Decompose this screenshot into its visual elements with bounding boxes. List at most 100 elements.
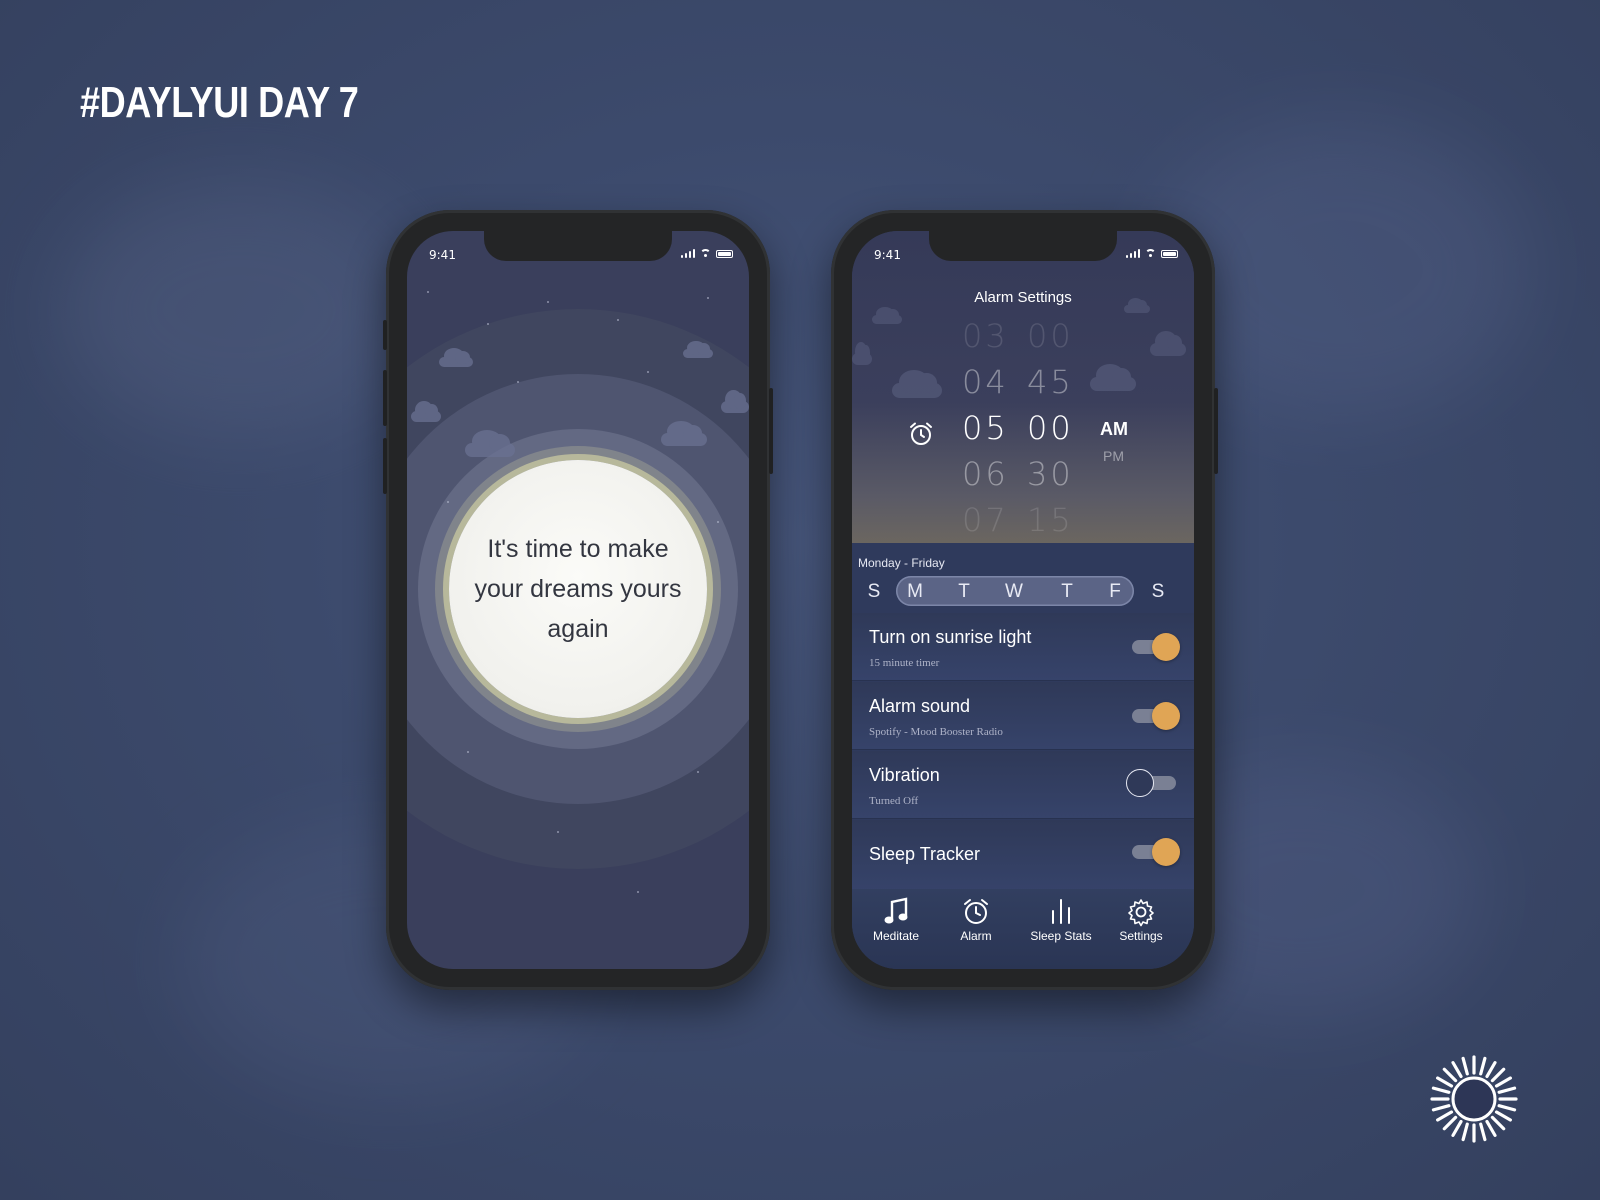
alarm-clock-icon bbox=[964, 899, 988, 924]
sun-ray bbox=[1442, 1115, 1458, 1131]
cloud-icon bbox=[721, 390, 749, 413]
sun-ray bbox=[1485, 1061, 1497, 1079]
cloud-icon bbox=[1124, 297, 1150, 313]
screen-alarm-settings: 9:41 Alarm Settings 03 00 04 45 05 00 06… bbox=[852, 231, 1194, 969]
hour-value: 04 bbox=[962, 363, 1009, 401]
notch bbox=[929, 231, 1117, 261]
music-note-icon bbox=[884, 897, 908, 924]
minute-value: 00 bbox=[1027, 317, 1074, 355]
cloud-icon bbox=[465, 430, 515, 457]
sun-ray bbox=[1442, 1067, 1458, 1083]
minute-value: 15 bbox=[1027, 501, 1074, 539]
power-button bbox=[1214, 388, 1218, 474]
star bbox=[517, 381, 519, 383]
status-icons bbox=[680, 249, 733, 258]
star bbox=[647, 371, 649, 373]
hour-value: 05 bbox=[962, 409, 1009, 447]
welcome-message: It's time to make your dreams yours agai… bbox=[474, 535, 682, 643]
day-saturday[interactable]: S bbox=[1152, 581, 1165, 603]
cloud-icon bbox=[661, 421, 707, 446]
tab-settings[interactable]: Settings bbox=[1101, 897, 1181, 943]
day-wednesday[interactable]: W bbox=[1005, 581, 1023, 603]
hour-value: 03 bbox=[962, 317, 1009, 355]
am-option[interactable]: AM bbox=[1100, 419, 1128, 440]
time-option[interactable]: 06 30 bbox=[852, 455, 1194, 495]
setting-title: Turn on sunrise light bbox=[869, 627, 1032, 647]
page-headline: #DAYLYUI DAY 7 bbox=[80, 78, 359, 127]
star bbox=[447, 501, 449, 503]
sleep-tracker-toggle[interactable] bbox=[1132, 838, 1180, 866]
status-time: 9:41 bbox=[874, 248, 901, 262]
star bbox=[697, 771, 699, 773]
setting-subtitle: Turned Off bbox=[869, 795, 919, 807]
setting-title: Alarm sound bbox=[869, 696, 971, 716]
sun-ray bbox=[1461, 1056, 1469, 1076]
alarm-sound-toggle[interactable] bbox=[1132, 702, 1180, 730]
sun-ray bbox=[1451, 1119, 1463, 1137]
tab-label: Sleep Stats bbox=[1030, 929, 1092, 943]
screen-title: Alarm Settings bbox=[974, 289, 1072, 306]
status-icons bbox=[1125, 249, 1178, 258]
phone-mockup-right: 9:41 Alarm Settings 03 00 04 45 05 00 06… bbox=[831, 210, 1218, 990]
cloud-icon bbox=[439, 348, 473, 367]
setting-row-vibration[interactable]: Vibration Turned Off bbox=[852, 751, 1194, 819]
mute-switch bbox=[383, 320, 387, 350]
day-sunday[interactable]: S bbox=[868, 581, 881, 603]
sunrise-light-toggle[interactable] bbox=[1132, 633, 1180, 661]
status-time: 9:41 bbox=[429, 248, 456, 262]
day-friday[interactable]: F bbox=[1109, 581, 1121, 603]
gear-icon bbox=[1128, 899, 1154, 927]
bar-chart-icon bbox=[1052, 899, 1070, 924]
sun-ray bbox=[1494, 1110, 1512, 1122]
pm-option[interactable]: PM bbox=[1103, 448, 1124, 464]
minute-value: 45 bbox=[1027, 363, 1074, 401]
setting-row-sunrise-light[interactable]: Turn on sunrise light 15 minute timer bbox=[852, 613, 1194, 681]
alarm-clock-icon bbox=[910, 422, 932, 445]
sun-ray bbox=[1451, 1061, 1463, 1079]
tab-bar: Meditate Alarm Sleep Stats Settings bbox=[852, 889, 1194, 969]
star bbox=[637, 891, 639, 893]
volume-up-button bbox=[383, 370, 387, 426]
screen-welcome: 9:41 It's time to make your dreams yours… bbox=[407, 231, 749, 969]
phone-mockup-left: 9:41 It's time to make your dreams yours… bbox=[383, 210, 773, 990]
minute-value: 00 bbox=[1027, 409, 1074, 447]
time-option-selected[interactable]: 05 00 bbox=[852, 409, 1194, 449]
sun-ray bbox=[1436, 1110, 1454, 1122]
tab-label: Settings bbox=[1119, 929, 1163, 943]
volume-down-button bbox=[383, 438, 387, 494]
sun-ray bbox=[1431, 1086, 1451, 1094]
tab-alarm[interactable]: Alarm bbox=[936, 897, 1016, 943]
star bbox=[717, 521, 719, 523]
sun-ray bbox=[1497, 1086, 1517, 1094]
time-option[interactable]: 04 45 bbox=[852, 363, 1194, 403]
day-tuesday[interactable]: T bbox=[958, 581, 970, 603]
tab-sleep-stats[interactable]: Sleep Stats bbox=[1021, 897, 1101, 943]
tab-label: Meditate bbox=[872, 929, 920, 943]
setting-row-alarm-sound[interactable]: Alarm sound Spotify - Mood Booster Radio bbox=[852, 682, 1194, 750]
sun-ray bbox=[1479, 1056, 1487, 1076]
sun-ray bbox=[1490, 1067, 1506, 1083]
vibration-toggle[interactable] bbox=[1126, 769, 1176, 797]
sun-ray bbox=[1479, 1122, 1487, 1142]
sun-ray bbox=[1494, 1076, 1512, 1088]
sun-ray bbox=[1490, 1115, 1506, 1131]
sun-ray bbox=[1497, 1104, 1517, 1112]
hour-value: 07 bbox=[962, 501, 1009, 539]
tab-meditate[interactable]: Meditate bbox=[856, 897, 936, 943]
signal-icon bbox=[680, 249, 695, 258]
time-option[interactable]: 07 15 bbox=[852, 501, 1194, 541]
day-thursday[interactable]: T bbox=[1061, 581, 1073, 603]
sun-ray bbox=[1436, 1076, 1454, 1088]
star bbox=[467, 751, 469, 753]
setting-title: Vibration bbox=[869, 765, 940, 785]
setting-row-sleep-tracker[interactable]: Sleep Tracker bbox=[852, 820, 1194, 892]
notch bbox=[484, 231, 672, 261]
day-range-label: Monday - Friday bbox=[858, 556, 945, 570]
battery-icon bbox=[1161, 250, 1178, 258]
moon-message-circle: It's time to make your dreams yours agai… bbox=[449, 460, 707, 718]
day-monday[interactable]: M bbox=[907, 581, 923, 603]
day-selector: S M T W T F S bbox=[852, 576, 1194, 606]
time-option[interactable]: 03 00 bbox=[852, 317, 1194, 357]
star bbox=[617, 319, 619, 321]
sun-ray bbox=[1461, 1122, 1469, 1142]
